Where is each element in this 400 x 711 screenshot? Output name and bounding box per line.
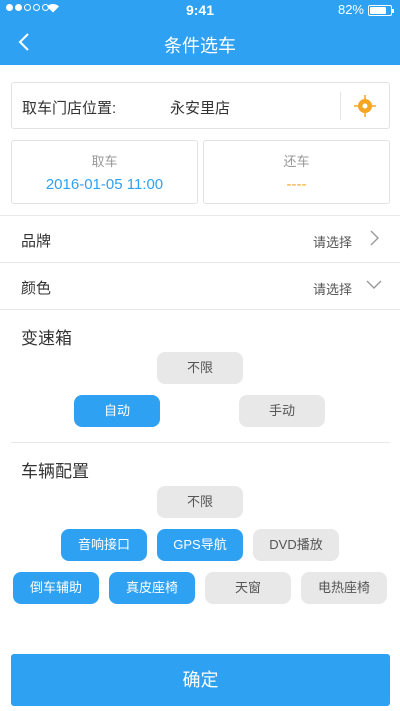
config-option-any[interactable]: 不限: [157, 486, 243, 518]
transmission-option-any[interactable]: 不限: [157, 352, 243, 384]
color-label: 颜色: [21, 280, 52, 297]
pickup-time-selector[interactable]: 取车 2016-01-05 11:00: [11, 140, 198, 204]
divider: [11, 442, 390, 443]
config-option-heated-seats[interactable]: 电热座椅: [301, 572, 387, 604]
transmission-title: 变速箱: [21, 329, 72, 348]
pickup-time-label: 取车: [91, 154, 118, 169]
color-row[interactable]: 颜色 请选择: [0, 263, 400, 309]
return-time-value: ----: [286, 176, 307, 193]
config-option-gps[interactable]: GPS导航: [157, 529, 243, 561]
config-option-reverse-assist[interactable]: 倒车辅助: [13, 572, 99, 604]
brand-row[interactable]: 品牌 请选择: [0, 216, 400, 262]
config-option-sunroof[interactable]: 天窗: [205, 572, 291, 604]
return-time-selector[interactable]: 还车 ----: [203, 140, 390, 204]
pickup-store-selector[interactable]: 取车门店位置: 永安里店: [11, 82, 390, 129]
divider: [340, 92, 341, 120]
nav-bar: 条件选车: [0, 20, 400, 65]
chevron-right-icon: [370, 230, 379, 246]
page-title: 条件选车: [164, 36, 236, 56]
color-value: 请选择: [312, 282, 352, 297]
config-option-audio-jack[interactable]: 音响接口: [61, 529, 147, 561]
confirm-button[interactable]: 确定: [11, 654, 390, 706]
brand-label: 品牌: [21, 233, 52, 250]
status-bar: 9:41 82%: [0, 0, 400, 20]
config-option-leather-seats[interactable]: 真皮座椅: [109, 572, 195, 604]
chevron-down-icon: [366, 280, 382, 289]
transmission-option-automatic[interactable]: 自动: [74, 395, 160, 427]
locate-icon[interactable]: [353, 94, 377, 118]
config-title: 车辆配置: [21, 462, 89, 481]
battery-percent: 82%: [337, 2, 364, 17]
divider: [0, 309, 400, 310]
pickup-time-value: 2016-01-05 11:00: [45, 176, 164, 193]
brand-value: 请选择: [312, 235, 352, 250]
pickup-store-label: 取车门店位置:: [22, 100, 117, 117]
config-option-dvd[interactable]: DVD播放: [253, 529, 339, 561]
pickup-store-value: 永安里店: [170, 100, 231, 117]
battery-icon: [368, 5, 394, 16]
transmission-option-manual[interactable]: 手动: [239, 395, 325, 427]
return-time-label: 还车: [283, 154, 310, 169]
